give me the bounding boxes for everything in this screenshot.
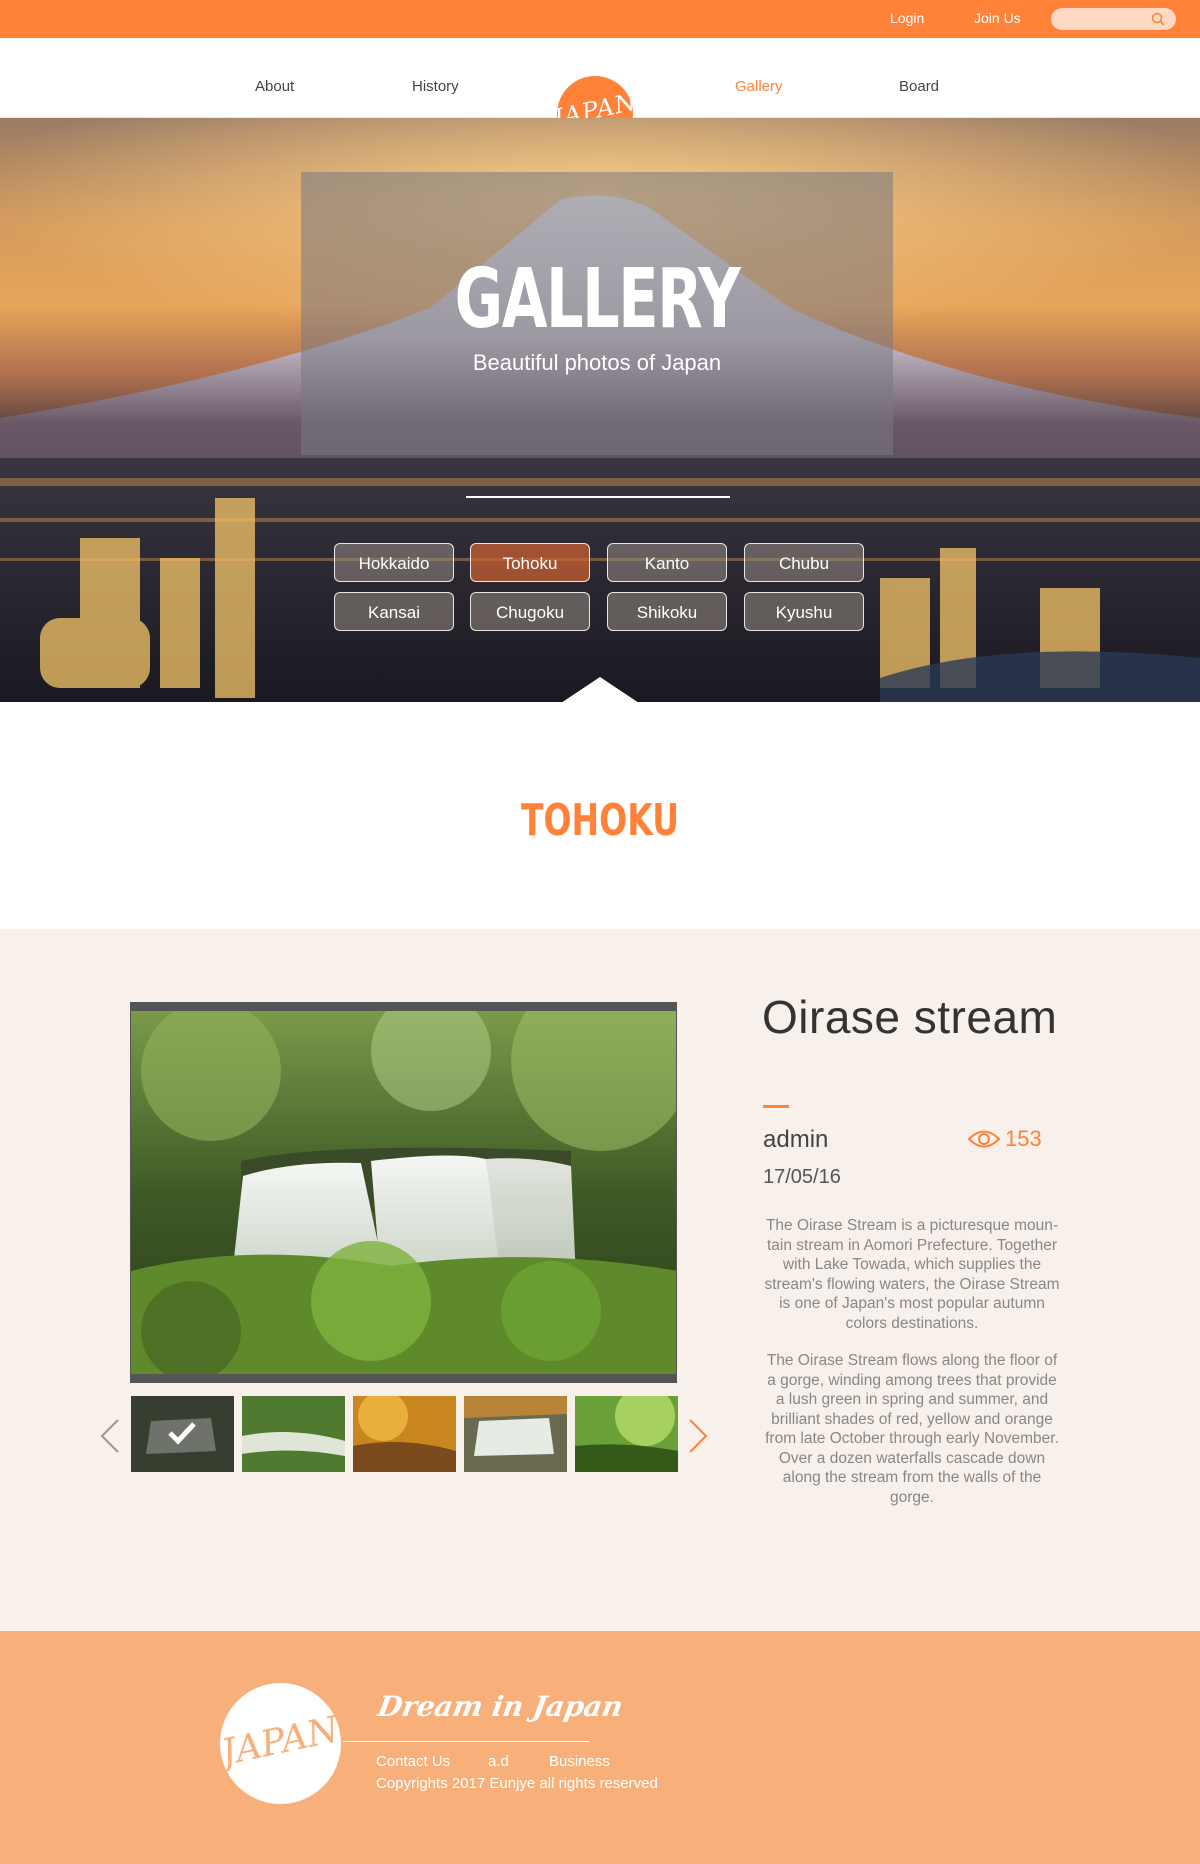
next-arrow-icon[interactable] xyxy=(688,1418,708,1454)
hero-title: GALLERY xyxy=(454,252,741,347)
description-line: gorge. xyxy=(890,1488,934,1506)
description-line: brilliant shades of red, yellow and oran… xyxy=(771,1410,1053,1428)
description-line: a gorge, winding among trees that provid… xyxy=(767,1371,1057,1389)
top-bar: Login Join Us xyxy=(0,0,1200,38)
description-line: from late October through early November… xyxy=(765,1430,1059,1447)
nav-gallery[interactable]: Gallery xyxy=(735,78,783,95)
region-kyushu-button[interactable]: Kyushu xyxy=(744,592,864,631)
description-line: a lush green in spring and summer, and xyxy=(775,1391,1049,1408)
post-description-1: The Oirase Stream is a picturesque moun-… xyxy=(762,1216,1062,1333)
description-line: is one of Japan's most popular autumn xyxy=(779,1295,1045,1312)
nav-about[interactable]: About xyxy=(255,78,294,95)
region-heading: TOHOKU xyxy=(520,795,680,846)
thumbnail-2[interactable] xyxy=(242,1396,345,1472)
footer-copyright: Copyrights 2017 Eunjye all rights reserv… xyxy=(376,1775,658,1792)
footer-contact-link[interactable]: Contact Us xyxy=(376,1753,450,1770)
thumbnail-image xyxy=(575,1396,678,1472)
thumbnail-image xyxy=(464,1396,567,1472)
description-line: stream's flowing waters, the Oirase Stre… xyxy=(764,1275,1060,1293)
join-link[interactable]: Join Us xyxy=(974,10,1021,26)
waterfall-image xyxy=(131,1011,676,1374)
description-line: tain stream in Aomori Prefecture. Togeth… xyxy=(766,1236,1058,1254)
description-line: Over a dozen waterfalls cascade down xyxy=(778,1449,1046,1467)
nav-history[interactable]: History xyxy=(412,78,459,95)
post-title: Oirase stream xyxy=(762,991,1058,1043)
search-input[interactable] xyxy=(1061,8,1160,32)
footer-divider xyxy=(343,1741,589,1742)
hero-divider xyxy=(466,496,730,498)
post-description-2: The Oirase Stream flows along the floor … xyxy=(762,1351,1062,1507)
thumbnail-5[interactable] xyxy=(575,1396,678,1472)
thumbnail-3[interactable] xyxy=(353,1396,456,1472)
footer xyxy=(0,1631,1200,1864)
prev-arrow-icon[interactable] xyxy=(100,1418,120,1454)
description-line: with Lake Towada, which supplies the xyxy=(782,1256,1042,1273)
post-date: 17/05/16 xyxy=(763,1166,841,1188)
hero-subtitle: Beautiful photos of Japan xyxy=(472,350,722,375)
region-hokkaido-button[interactable]: Hokkaido xyxy=(334,543,454,582)
region-kansai-button[interactable]: Kansai xyxy=(334,592,454,631)
description-line: The Oirase Stream is a picturesque moun- xyxy=(765,1217,1059,1234)
footer-logo[interactable]: JAPAN xyxy=(218,1683,342,1804)
thumbnail-4[interactable] xyxy=(464,1396,567,1472)
region-kanto-button[interactable]: Kanto xyxy=(607,543,727,582)
post-author: admin xyxy=(763,1126,829,1153)
description-line: colors destinations. xyxy=(845,1314,979,1332)
thumbnail-image xyxy=(242,1396,345,1472)
nav-board[interactable]: Board xyxy=(899,78,939,95)
footer-business-link[interactable]: Business xyxy=(549,1753,610,1770)
search-icon[interactable] xyxy=(1150,11,1166,27)
thumbnail-1[interactable] xyxy=(131,1396,234,1472)
region-shikoku-button[interactable]: Shikoku xyxy=(607,592,727,631)
main-nav: About History Gallery Board JAPAN xyxy=(0,38,1200,152)
hero-notch xyxy=(561,677,639,703)
login-link[interactable]: Login xyxy=(890,10,924,26)
region-chugoku-button[interactable]: Chugoku xyxy=(470,592,590,631)
search-box xyxy=(1051,8,1176,32)
region-chubu-button[interactable]: Chubu xyxy=(744,543,864,582)
eye-icon xyxy=(967,1130,1001,1148)
footer-tagline: Dream in Japan xyxy=(375,1690,626,1723)
check-icon xyxy=(168,1422,196,1445)
region-tohoku-button[interactable]: Tohoku xyxy=(470,543,590,582)
view-count: 153 xyxy=(1005,1126,1042,1151)
footer-ad-link[interactable]: a.d xyxy=(488,1753,509,1770)
description-line: The Oirase Stream flows along the floor … xyxy=(766,1352,1058,1369)
thumbnail-image xyxy=(353,1396,456,1472)
title-accent-rule xyxy=(763,1105,789,1108)
description-line: along the stream from the walls of the xyxy=(782,1469,1042,1486)
main-photo xyxy=(130,1002,677,1383)
